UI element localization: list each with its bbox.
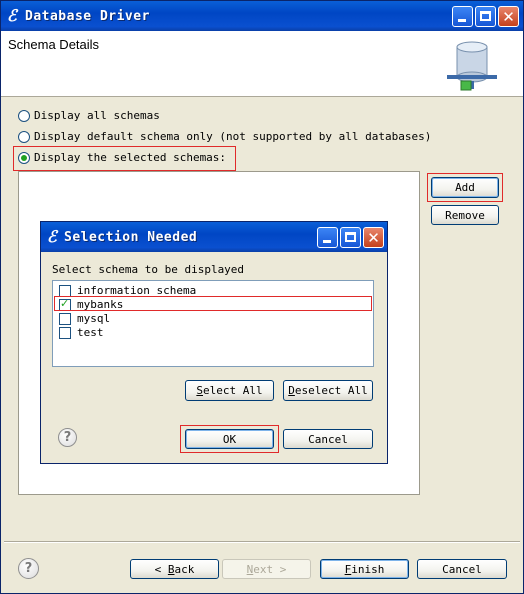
selection-dialog: ℰ Selection Needed ✕ Select schema to be… xyxy=(40,221,388,464)
dialog-help-icon[interactable]: ? xyxy=(58,428,77,447)
radio-all-schemas[interactable]: Display all schemas xyxy=(18,109,318,123)
back-button[interactable]: < Back xyxy=(130,559,219,579)
radio-all-label: Display all schemas xyxy=(34,109,160,122)
dialog-cancel-label: Cancel xyxy=(308,432,348,446)
dialog-cancel-button[interactable]: Cancel xyxy=(283,429,373,449)
radio-default-schema[interactable]: Display default schema only (not support… xyxy=(18,130,438,144)
close-icon: ✕ xyxy=(502,7,515,26)
finish-label: Finish xyxy=(344,562,385,576)
add-button-label: Add xyxy=(455,181,475,194)
cancel-label: Cancel xyxy=(442,562,482,576)
schema-checkbox[interactable] xyxy=(59,313,71,325)
header-banner: Schema Details xyxy=(1,31,523,97)
remove-button-label: Remove xyxy=(445,208,485,222)
footer-divider xyxy=(4,541,520,543)
schema-checklist[interactable]: information_schema ✓ mybanks mysql test xyxy=(52,280,374,367)
cancel-button[interactable]: Cancel xyxy=(417,559,507,579)
dialog-title: Selection Needed xyxy=(64,229,198,245)
list-item[interactable]: information_schema xyxy=(57,284,357,297)
next-label: Next > xyxy=(246,562,287,576)
dialog-minimize-button[interactable] xyxy=(317,227,338,248)
select-all-label: Select All xyxy=(196,384,263,397)
close-icon: ✕ xyxy=(367,228,380,247)
next-button[interactable]: Next > xyxy=(222,559,311,579)
deselect-all-button[interactable]: Deselect All xyxy=(283,380,373,401)
ok-label: OK xyxy=(222,432,237,446)
list-item[interactable]: ✓ mybanks xyxy=(57,297,357,311)
minimize-button[interactable] xyxy=(452,6,473,27)
maximize-icon xyxy=(345,232,356,242)
schema-name: mysql xyxy=(77,312,111,325)
radio-default-indicator[interactable] xyxy=(18,131,30,143)
schema-name: test xyxy=(77,326,104,339)
help-icon[interactable]: ? xyxy=(18,558,39,579)
dialog-close-button[interactable]: ✕ xyxy=(363,227,384,248)
remove-button[interactable]: Remove xyxy=(431,205,499,225)
add-button[interactable]: Add xyxy=(431,177,499,198)
radio-selected-indicator[interactable] xyxy=(18,152,30,164)
list-item[interactable]: test xyxy=(57,326,357,339)
schema-checkbox[interactable] xyxy=(59,285,71,297)
maximize-button[interactable] xyxy=(475,6,496,27)
page-title: Schema Details xyxy=(8,37,100,52)
schema-name: mybanks xyxy=(77,298,124,311)
schema-checkbox[interactable]: ✓ xyxy=(59,297,71,311)
back-label: < Back xyxy=(154,562,195,576)
finish-button[interactable]: Finish xyxy=(320,559,409,579)
schema-checkbox[interactable] xyxy=(59,327,71,339)
dialog-app-icon: ℰ xyxy=(47,227,57,246)
ok-button[interactable]: OK xyxy=(185,429,274,449)
radio-selected-label: Display the selected schemas: xyxy=(34,151,227,164)
close-button[interactable]: ✕ xyxy=(498,6,519,27)
radio-default-label: Display default schema only (not support… xyxy=(34,130,432,143)
maximize-icon xyxy=(480,11,491,21)
window-title: Database Driver xyxy=(25,8,150,24)
title-bar[interactable]: ℰ Database Driver ✕ xyxy=(1,1,523,31)
minimize-icon xyxy=(458,19,466,22)
minimize-icon xyxy=(323,240,331,243)
checkmark-icon: ✓ xyxy=(60,297,70,310)
dialog-prompt: Select schema to be displayed xyxy=(52,263,245,276)
database-icon xyxy=(447,41,497,91)
radio-selected-schemas[interactable]: Display the selected schemas: xyxy=(18,151,233,165)
radio-all-indicator[interactable] xyxy=(18,110,30,122)
schema-name: information_schema xyxy=(77,284,197,297)
select-all-button[interactable]: Select All xyxy=(185,380,274,401)
dialog-title-bar[interactable]: ℰ Selection Needed ✕ xyxy=(41,222,387,252)
list-item[interactable]: mysql xyxy=(57,312,357,325)
deselect-all-label: Deselect All xyxy=(288,384,368,397)
app-icon: ℰ xyxy=(7,6,17,25)
dialog-maximize-button[interactable] xyxy=(340,227,361,248)
